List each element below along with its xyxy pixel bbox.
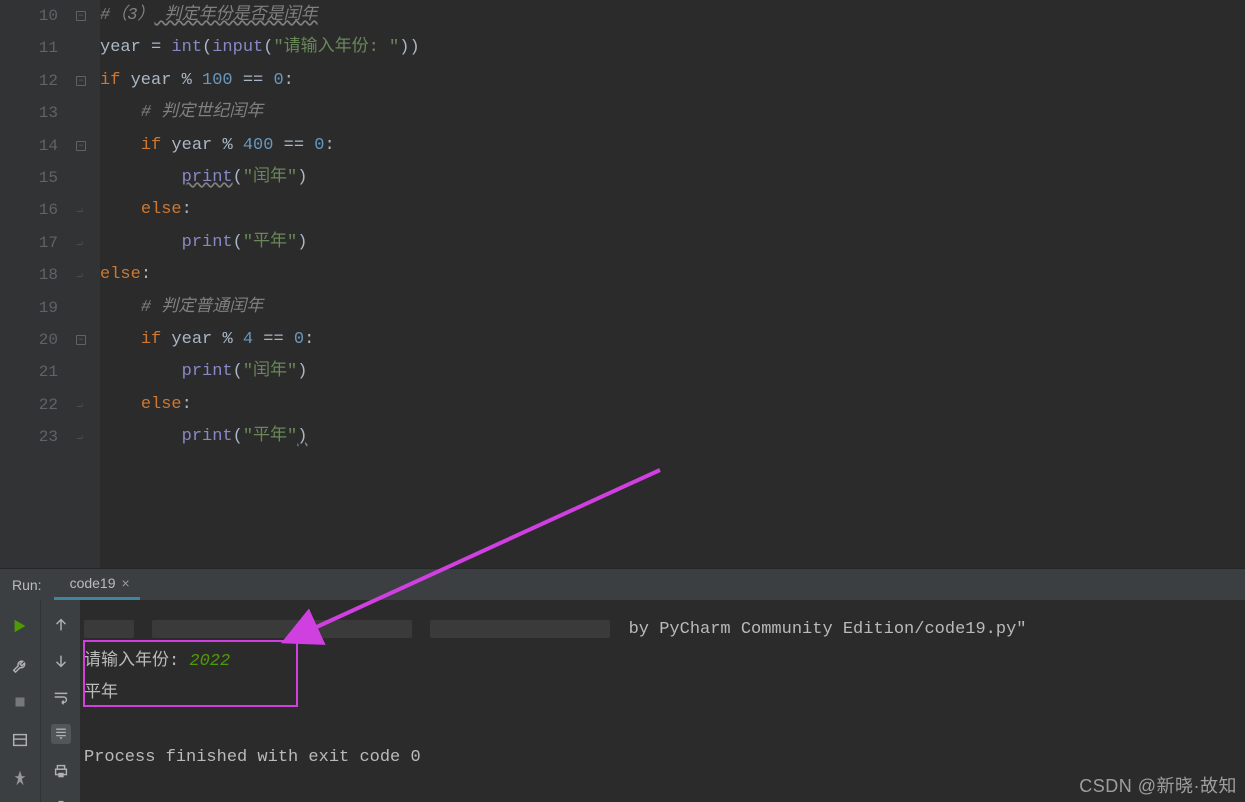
layout-icon[interactable] bbox=[10, 730, 30, 750]
close-tab-icon[interactable]: × bbox=[122, 575, 130, 591]
code-editor[interactable]: 1011121314151617181920212223 −−−⌐⌐⌐−⌐⌐ #… bbox=[0, 0, 1245, 568]
pin-icon[interactable] bbox=[10, 768, 30, 788]
run-label: Run: bbox=[0, 577, 54, 593]
print-icon[interactable] bbox=[51, 762, 71, 780]
trash-icon[interactable] bbox=[51, 798, 71, 802]
run-toolbar-left2 bbox=[40, 600, 80, 802]
code-line[interactable]: if year % 400 == 0: bbox=[100, 130, 1245, 162]
code-line[interactable]: year = int(input("请输入年份: ")) bbox=[100, 32, 1245, 64]
stop-icon[interactable] bbox=[10, 692, 30, 712]
code-line[interactable]: print("平年") bbox=[100, 227, 1245, 259]
fold-toggle-icon[interactable]: − bbox=[76, 11, 86, 21]
code-line[interactable]: else: bbox=[100, 259, 1245, 291]
line-number-gutter: 1011121314151617181920212223 bbox=[0, 0, 74, 568]
run-tab[interactable]: code19 × bbox=[54, 570, 140, 600]
program-output: 平年 bbox=[84, 684, 118, 703]
console-row: 平年 bbox=[80, 678, 1245, 710]
code-line[interactable]: else: bbox=[100, 194, 1245, 226]
down-arrow-icon[interactable] bbox=[51, 652, 71, 670]
code-line[interactable]: print("闰年") bbox=[100, 356, 1245, 388]
run-tab-label: code19 bbox=[70, 575, 116, 591]
code-line[interactable]: else: bbox=[100, 389, 1245, 421]
redacted-text bbox=[430, 620, 610, 638]
console-row: Process finished with exit code 0 bbox=[80, 742, 1245, 774]
code-line[interactable]: print("平年") bbox=[100, 421, 1245, 453]
console-row: 请输入年份: 2022 bbox=[80, 646, 1245, 678]
console-output[interactable]: by PyCharm Community Edition/code19.py" … bbox=[80, 600, 1245, 802]
soft-wrap-icon[interactable] bbox=[51, 688, 71, 706]
fold-toggle-icon[interactable]: − bbox=[76, 335, 86, 345]
console-row bbox=[80, 710, 1245, 742]
up-arrow-icon[interactable] bbox=[51, 616, 71, 634]
fold-toggle-icon[interactable]: − bbox=[76, 141, 86, 151]
run-panel-header: Run: code19 × bbox=[0, 568, 1245, 600]
exit-message: Process finished with exit code 0 bbox=[84, 748, 421, 767]
redacted-text bbox=[84, 620, 134, 638]
code-line[interactable]: # 判定普通闰年 bbox=[100, 292, 1245, 324]
code-line[interactable]: #（3） 判定年份是否是闰年 bbox=[100, 0, 1245, 32]
watermark-text: CSDN @新晓·故知 bbox=[1079, 772, 1237, 798]
user-input-value: 2022 bbox=[189, 652, 230, 671]
code-line[interactable]: # 判定世纪闰年 bbox=[100, 97, 1245, 129]
run-panel-body: by PyCharm Community Edition/code19.py" … bbox=[0, 600, 1245, 802]
interpreter-path-tail: by PyCharm Community Edition/code19.py" bbox=[629, 620, 1027, 639]
scroll-to-end-icon[interactable] bbox=[51, 724, 71, 744]
code-line[interactable]: if year % 100 == 0: bbox=[100, 65, 1245, 97]
input-prompt: 请输入年份: bbox=[84, 652, 189, 671]
console-row: by PyCharm Community Edition/code19.py" bbox=[80, 614, 1245, 646]
fold-column[interactable]: −−−⌐⌐⌐−⌐⌐ bbox=[74, 0, 100, 568]
run-toolbar-left bbox=[0, 600, 40, 802]
code-line[interactable]: if year % 4 == 0: bbox=[100, 324, 1245, 356]
code-area[interactable]: #（3） 判定年份是否是闰年year = int(input("请输入年份: "… bbox=[100, 0, 1245, 568]
code-line[interactable]: print("闰年") bbox=[100, 162, 1245, 194]
redacted-text bbox=[152, 620, 412, 638]
wrench-icon[interactable] bbox=[10, 654, 30, 674]
fold-toggle-icon[interactable]: − bbox=[76, 76, 86, 86]
rerun-icon[interactable] bbox=[10, 616, 30, 636]
